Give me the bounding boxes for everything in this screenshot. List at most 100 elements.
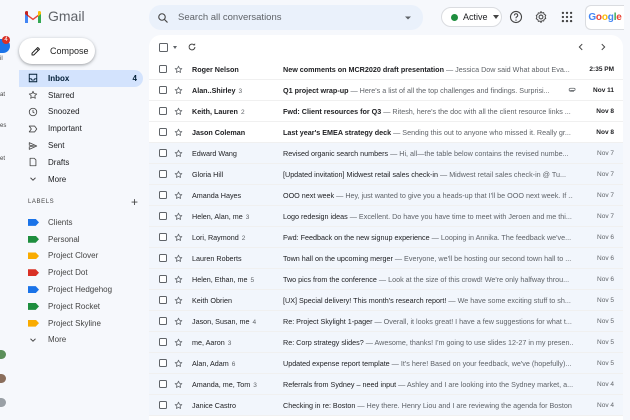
label-item-project-dot[interactable]: Project Dot xyxy=(19,264,143,281)
star-icon[interactable] xyxy=(174,128,183,137)
gmail-logo[interactable]: Gmail xyxy=(24,8,85,24)
sidebar-item-label: Drafts xyxy=(48,157,70,167)
row-checkbox[interactable] xyxy=(159,401,167,409)
search-options-icon[interactable] xyxy=(403,13,413,23)
row-checkbox[interactable] xyxy=(159,212,167,220)
label-item-project-rocket[interactable]: Project Rocket xyxy=(19,298,143,315)
row-checkbox[interactable] xyxy=(159,170,167,178)
select-all-checkbox[interactable] xyxy=(159,42,168,52)
add-label-icon[interactable]: + xyxy=(131,196,138,208)
email-row[interactable]: Alan..Shirley 3 Q1 project wrap-up — Here'… xyxy=(149,80,623,101)
row-checkbox[interactable] xyxy=(159,317,167,325)
email-content: [Updated invitation] Midwest retail sale… xyxy=(283,170,573,179)
email-row[interactable]: Helen, Alan, me 3 Logo redesign ideas — Ex… xyxy=(149,206,623,227)
star-icon[interactable] xyxy=(174,275,183,284)
email-row[interactable]: Lori, Raymond 2 Fwd: Feedback on the new s… xyxy=(149,227,623,248)
sidebar-item-starred[interactable]: Starred xyxy=(19,87,143,104)
email-row[interactable]: Janice Castro Checking in re: Boston — He… xyxy=(149,395,623,416)
email-row[interactable]: Alan, Adam 6 Updated expense report templa… xyxy=(149,353,623,374)
label-item-personal[interactable]: Personal xyxy=(19,231,143,248)
email-row[interactable]: Jason Coleman Last year's EMEA strategy d… xyxy=(149,122,623,143)
row-checkbox[interactable] xyxy=(159,107,167,115)
email-row[interactable]: Gloria Hill [Updated invitation] Midwest … xyxy=(149,164,623,185)
label-item-project-hedgehog[interactable]: Project Hedgehog xyxy=(19,281,143,298)
sidebar-item-more[interactable]: More xyxy=(19,171,143,188)
star-icon[interactable] xyxy=(174,170,183,179)
email-row[interactable]: Amanda Hayes OOO next week — Hey, just wa… xyxy=(149,185,623,206)
sidebar-item-important[interactable]: Important xyxy=(19,120,143,137)
star-icon[interactable] xyxy=(174,65,183,74)
chevron-right-icon[interactable] xyxy=(598,42,608,52)
row-checkbox[interactable] xyxy=(159,275,167,283)
inbox-icon xyxy=(28,74,38,83)
star-icon[interactable] xyxy=(174,380,183,389)
chevron-left-icon[interactable] xyxy=(576,42,586,52)
row-checkbox[interactable] xyxy=(159,359,167,367)
row-checkbox[interactable] xyxy=(159,296,167,304)
thread-count: 2 xyxy=(240,108,245,116)
star-icon[interactable] xyxy=(174,233,183,242)
star-icon[interactable] xyxy=(174,401,183,410)
label-item-clients[interactable]: Clients xyxy=(19,214,143,231)
status-dropdown[interactable]: Active xyxy=(441,7,502,27)
star-icon[interactable] xyxy=(174,86,183,95)
row-checkbox[interactable] xyxy=(159,254,167,262)
row-checkbox[interactable] xyxy=(159,128,167,136)
star-icon[interactable] xyxy=(174,107,183,116)
avatar[interactable] xyxy=(0,374,6,383)
star-icon[interactable] xyxy=(174,149,183,158)
rail-label-spaces: es xyxy=(0,123,7,129)
row-checkbox[interactable] xyxy=(159,149,167,157)
star-icon[interactable] xyxy=(174,317,183,326)
draft-icon xyxy=(29,158,37,167)
sender-name: Gloria Hill xyxy=(192,169,224,179)
refresh-icon[interactable] xyxy=(187,42,197,52)
email-row[interactable]: me, Aaron 3 Re: Corp strategy slides? — Aw… xyxy=(149,332,623,353)
label-item-project-clover[interactable]: Project Clover xyxy=(19,248,143,265)
email-sender: Jason Coleman xyxy=(183,128,280,137)
email-row[interactable]: Keith, Lauren 2 Fwd: Client resources for … xyxy=(149,101,623,122)
avatar[interactable] xyxy=(0,350,6,359)
sidebar-nav: Inbox 4 Starred Snoozed Important Sent D… xyxy=(19,70,143,188)
email-row[interactable]: Keith Obrien [UX] Special delivery! This … xyxy=(149,290,623,311)
email-snippet: — Excellent. Do have you have time to me… xyxy=(347,211,572,221)
gear-icon[interactable] xyxy=(534,10,548,24)
email-row[interactable]: Lauren Roberts Town hall on the upcoming … xyxy=(149,248,623,269)
search-bar[interactable] xyxy=(149,5,423,30)
label-item-more[interactable]: More xyxy=(19,332,143,349)
star-icon[interactable] xyxy=(174,212,183,221)
email-row[interactable]: Helen, Ethan, me 5 Two pics from the confe… xyxy=(149,269,623,290)
star-icon[interactable] xyxy=(174,191,183,200)
star-icon[interactable] xyxy=(174,338,183,347)
account-button[interactable]: Google xyxy=(585,5,624,30)
apps-grid-icon[interactable] xyxy=(560,10,574,24)
sidebar-item-inbox[interactable]: Inbox 4 xyxy=(19,70,143,87)
row-checkbox[interactable] xyxy=(159,65,167,73)
star-icon[interactable] xyxy=(174,296,183,305)
star-icon[interactable] xyxy=(174,254,183,263)
row-checkbox[interactable] xyxy=(159,233,167,241)
search-icon[interactable] xyxy=(157,12,169,24)
compose-button[interactable]: Compose xyxy=(19,38,95,64)
email-row[interactable]: Roger Nelson New comments on MCR2020 draf… xyxy=(149,59,623,80)
email-row[interactable]: Jason, Susan, me 4 Re: Project Skylight 1-… xyxy=(149,311,623,332)
search-input[interactable] xyxy=(178,12,403,23)
email-row[interactable]: Edward Wang Revised organic search number… xyxy=(149,143,623,164)
star-icon[interactable] xyxy=(174,359,183,368)
sidebar-item-drafts[interactable]: Drafts xyxy=(19,154,143,171)
sidebar-item-snoozed[interactable]: Snoozed xyxy=(19,104,143,121)
select-menu-caret-icon[interactable] xyxy=(173,45,177,49)
row-checkbox[interactable] xyxy=(159,380,167,388)
rail-label-meet: et xyxy=(0,156,6,162)
row-checkbox[interactable] xyxy=(159,191,167,199)
sender-name: Roger Nelson xyxy=(192,64,239,74)
email-sender: Gloria Hill xyxy=(183,170,280,179)
row-checkbox[interactable] xyxy=(159,86,167,94)
sidebar-item-sent[interactable]: Sent xyxy=(19,137,143,154)
help-icon[interactable] xyxy=(509,10,523,24)
email-row[interactable]: Amanda, me, Tom 3 Referrals from Sydney – … xyxy=(149,374,623,395)
sender-name: Janice Castro xyxy=(192,400,236,410)
row-checkbox[interactable] xyxy=(159,338,167,346)
avatar[interactable] xyxy=(0,398,6,407)
label-item-project-skyline[interactable]: Project Skyline xyxy=(19,315,143,332)
